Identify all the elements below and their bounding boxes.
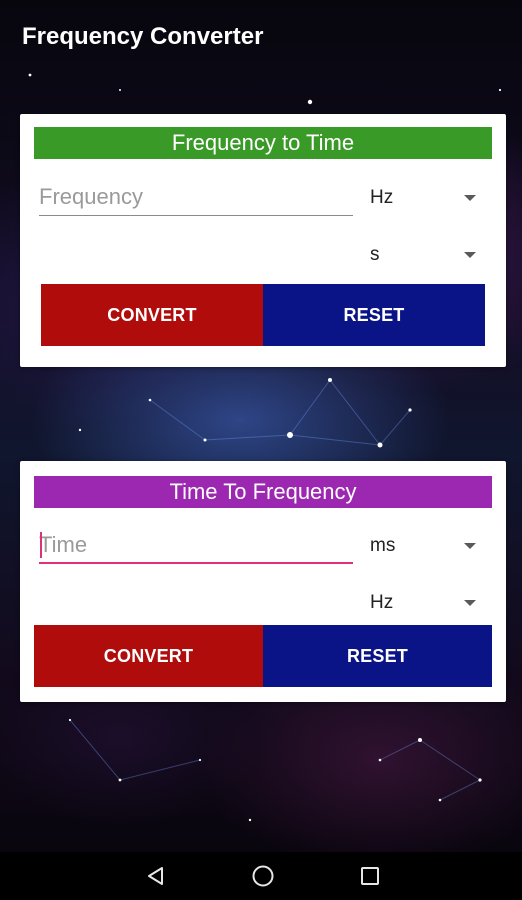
app-bar: Frequency Converter [0,0,522,76]
recents-icon [361,867,379,885]
frequency-unit-select[interactable]: Hz [370,180,480,216]
reset-button[interactable]: RESET [263,284,485,346]
reset-button[interactable]: RESET [263,625,492,687]
time-unit-select[interactable]: s [370,237,480,273]
time-input-underline [39,562,353,564]
dropdown-arrow-icon [464,543,476,549]
dropdown-arrow-icon [464,195,476,201]
frequency-unit-select[interactable]: Hz [370,585,480,621]
time-to-frequency-card: Time To Frequency ms Hz CONVERT RESET [20,461,506,702]
home-button[interactable] [233,852,293,900]
time-to-frequency-header: Time To Frequency [34,476,492,508]
back-icon [148,867,163,885]
time-input-field[interactable] [39,528,353,564]
back-button[interactable] [126,852,186,900]
frequency-input-underline [39,215,353,216]
dropdown-arrow-icon [464,600,476,606]
dropdown-arrow-icon [464,252,476,258]
frequency-unit-value: Hz [370,592,394,613]
recents-button[interactable] [340,852,400,900]
frequency-to-time-card: Frequency to Time Hz s CONVERT RESET [20,114,506,367]
home-icon [252,865,274,887]
convert-button[interactable]: CONVERT [41,284,263,346]
time-unit-value: ms [370,535,396,556]
time-unit-select[interactable]: ms [370,528,480,564]
frequency-input[interactable] [39,180,353,214]
system-navigation-bar [0,852,522,900]
frequency-to-time-header: Frequency to Time [34,127,492,159]
convert-button[interactable]: CONVERT [34,625,263,687]
time-unit-value: s [370,244,380,265]
frequency-input-field[interactable] [39,180,353,216]
frequency-unit-value: Hz [370,187,394,208]
text-cursor [40,532,42,558]
app-title: Frequency Converter [22,23,264,50]
time-input[interactable] [39,528,353,562]
